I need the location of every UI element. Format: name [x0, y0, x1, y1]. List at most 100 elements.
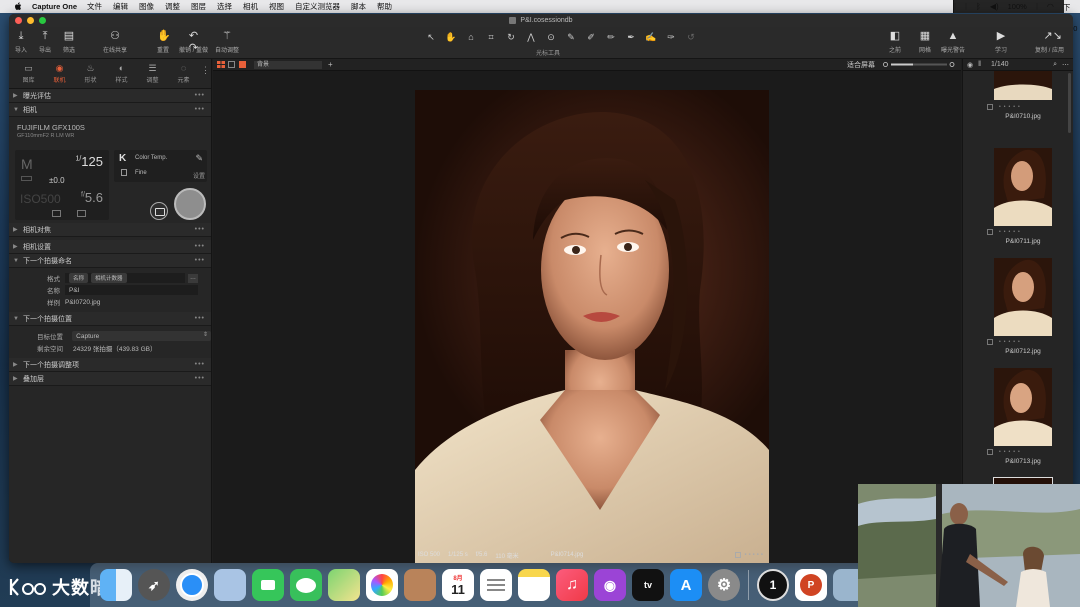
tab-library[interactable]: ▭ 图库 — [13, 59, 44, 88]
reset-button[interactable]: ✋ 重置 — [157, 30, 171, 54]
dock-calendar-icon[interactable]: 8月 11 — [442, 569, 474, 601]
section-menu-icon[interactable]: ••• — [195, 226, 205, 233]
heal-tool-icon[interactable]: ✒ — [624, 31, 638, 43]
menu-view[interactable]: 视图 — [269, 1, 284, 12]
spot-tool-icon[interactable]: ⊙ — [544, 31, 558, 43]
tab-style[interactable]: ◐ 样式 — [106, 59, 137, 88]
section-camera-settings[interactable]: ▶ 相机设置 ••• — [9, 240, 211, 254]
menu-image[interactable]: 图像 — [139, 1, 154, 12]
thumbnail[interactable] — [994, 71, 1052, 100]
focus-area-icon[interactable] — [77, 210, 86, 217]
section-camera[interactable]: ▼ 相机 ••• — [9, 103, 211, 117]
proof-view-icon[interactable] — [239, 61, 246, 68]
battery-icon[interactable] — [1035, 3, 1038, 10]
thumbnail[interactable] — [994, 148, 1052, 226]
iso-value[interactable]: ISO500 — [20, 192, 61, 206]
file-quality[interactable]: Fine — [135, 170, 147, 176]
gradient-tool-icon[interactable]: ✏ — [604, 31, 618, 43]
keystone-tool-icon[interactable]: ⋀ — [524, 31, 538, 43]
learn-button[interactable]: ▶ 学习 — [995, 30, 1007, 54]
menu-adjust[interactable]: 调整 — [165, 1, 180, 12]
eraser-tool-icon[interactable]: ✐ — [584, 31, 598, 43]
tab-shape[interactable]: ♨ 形状 — [75, 59, 106, 88]
tabs-more-icon[interactable]: ⋮ — [201, 59, 211, 88]
minimize-window-button[interactable] — [27, 17, 34, 24]
camera-settings-label[interactable]: 设置 — [193, 171, 205, 180]
dock-appstore-icon[interactable]: A — [670, 569, 702, 601]
rating-dots[interactable]: ••••• — [999, 229, 1023, 235]
rating-dots[interactable]: ••••• — [999, 339, 1023, 345]
undo-redo-button[interactable]: ↶ ↷ 撤销 / 重做 — [179, 30, 208, 54]
eyedropper-icon[interactable]: ✎ — [195, 153, 203, 164]
dock-powerpoint-icon[interactable]: P — [795, 569, 827, 601]
dock-music-icon[interactable]: ♫ — [556, 569, 588, 601]
section-menu-icon[interactable]: ••• — [195, 375, 205, 382]
dock-reminders-icon[interactable] — [480, 569, 512, 601]
select-checkbox[interactable] — [987, 104, 993, 110]
filter-button[interactable]: ▤ 筛选 — [63, 30, 75, 54]
before-button[interactable]: ◧ 之前 — [889, 30, 901, 54]
thumbnail[interactable] — [994, 368, 1052, 446]
loupe-tool-icon[interactable]: ⌂ — [464, 31, 478, 43]
close-window-button[interactable] — [15, 17, 22, 24]
grid-button[interactable]: ▦ 网格 — [919, 30, 931, 54]
live-view-button[interactable] — [150, 202, 168, 220]
capture-shutter-button[interactable] — [174, 188, 206, 220]
format-more-button[interactable]: … — [188, 273, 198, 283]
select-checkbox[interactable] — [987, 339, 993, 345]
display-icon[interactable] — [954, 3, 956, 10]
menu-help[interactable]: 帮助 — [377, 1, 392, 12]
bluetooth-icon[interactable]: ᛒ — [976, 2, 981, 11]
token-name[interactable]: 名称 — [69, 273, 89, 283]
share-button[interactable]: ⚇ 在线共享 — [103, 30, 127, 54]
search-icon[interactable]: ⌕ — [1053, 61, 1057, 69]
section-camera-focus[interactable]: ▶ 相机对焦 ••• — [9, 223, 211, 237]
multi-view-icon[interactable] — [217, 61, 225, 68]
exposure-compensation[interactable]: ±0.0 — [49, 176, 65, 185]
dock-appletv-icon[interactable]: tv — [632, 569, 664, 601]
section-menu-icon[interactable]: ••• — [195, 315, 205, 322]
fit-screen-label[interactable]: 适合屏幕 — [847, 60, 875, 70]
dock-facetime-icon[interactable] — [252, 569, 284, 601]
browser-menu-icon[interactable]: ⋯ — [1062, 61, 1069, 69]
eye-icon[interactable]: ◉ — [967, 61, 973, 69]
main-photo[interactable] — [415, 90, 769, 563]
menu-camera[interactable]: 相机 — [243, 1, 258, 12]
apple-icon[interactable] — [14, 2, 22, 11]
exposure-warning-button[interactable]: ▲ 曝光警告 — [941, 30, 965, 54]
rating-dots[interactable]: ••••• — [999, 449, 1023, 455]
menu-file[interactable]: 文件 — [87, 1, 102, 12]
color-tag-icon[interactable] — [735, 551, 742, 558]
picker-tool-icon[interactable]: ✍ — [644, 31, 658, 43]
section-menu-icon[interactable]: ••• — [195, 92, 205, 99]
section-overlay[interactable]: ▶ 叠加层 ••• — [9, 372, 211, 386]
select-cursor-icon[interactable]: ↖ — [424, 31, 438, 43]
menu-layers[interactable]: 图层 — [191, 1, 206, 12]
wb-mode[interactable]: Color Temp. — [135, 155, 167, 161]
rating-dots[interactable]: ••••• — [999, 104, 1023, 110]
dock-preview-icon[interactable] — [214, 569, 246, 601]
pause-icon[interactable]: ‖ — [978, 61, 981, 68]
section-exposure-eval[interactable]: ▶ 曝光评估 ••• — [9, 89, 211, 103]
add-view-icon[interactable]: + — [328, 60, 333, 69]
import-button[interactable]: ⤓ 导入 — [15, 30, 27, 54]
thumbnail[interactable] — [994, 258, 1052, 336]
menu-custom-browser[interactable]: 自定义测览器 — [295, 1, 340, 12]
section-next-capture-naming[interactable]: ▼ 下一个拍摄命名 ••• — [9, 254, 211, 268]
dock-finder-icon[interactable] — [100, 569, 132, 601]
zoom-slider[interactable] — [883, 62, 955, 67]
drive-mode-icon[interactable] — [52, 210, 61, 217]
crop-tool-icon[interactable]: ⌗ — [484, 31, 498, 43]
brush-tool-icon[interactable]: ✎ — [564, 31, 578, 43]
section-menu-icon[interactable]: ••• — [195, 243, 205, 250]
auto-adjust-button[interactable]: ⚚ 自动调整 — [215, 30, 239, 54]
dock-maps-icon[interactable] — [328, 569, 360, 601]
section-menu-icon[interactable]: ••• — [195, 361, 205, 368]
dock-system-prefs-icon[interactable]: ⚙ — [708, 569, 740, 601]
menu-edit[interactable]: 编辑 — [113, 1, 128, 12]
section-menu-icon[interactable]: ••• — [195, 257, 205, 264]
export-button[interactable]: ⤒ 导出 — [39, 30, 51, 54]
name-field[interactable]: P&I — [65, 285, 198, 295]
rating-stars[interactable]: ••••• — [735, 551, 769, 558]
aperture-value[interactable]: f/5.6 — [81, 190, 103, 205]
